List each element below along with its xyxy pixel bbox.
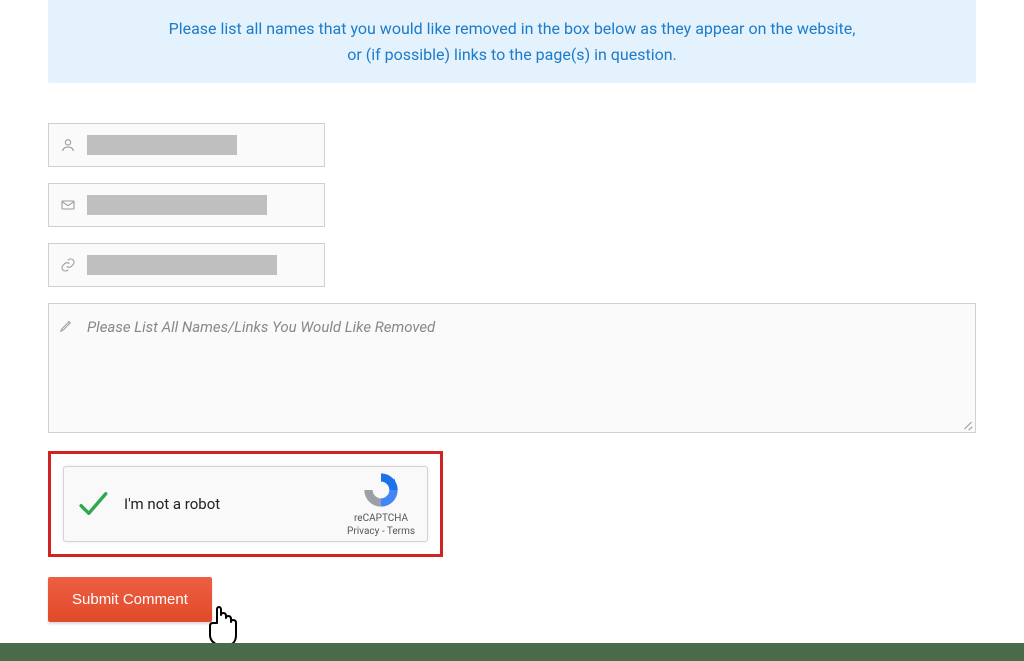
removal-textarea[interactable]: Please List All Names/Links You Would Li… (48, 303, 976, 433)
pencil-icon (59, 318, 77, 336)
textarea-placeholder: Please List All Names/Links You Would Li… (87, 318, 435, 418)
recaptcha-widget[interactable]: I'm not a robot reCAPTCHA Privacy - Term… (63, 466, 428, 542)
recaptcha-label: I'm not a robot (124, 495, 347, 513)
person-icon (59, 136, 77, 154)
mail-icon (59, 196, 77, 214)
name-field[interactable] (48, 123, 325, 167)
notice-banner: Please list all names that you would lik… (48, 0, 976, 83)
resize-handle-icon[interactable] (961, 418, 973, 430)
url-field[interactable] (48, 243, 325, 287)
url-value-redacted (87, 255, 277, 275)
recaptcha-logo-icon (361, 470, 401, 510)
recaptcha-brand-text: reCAPTCHA (347, 512, 415, 525)
recaptcha-branding: reCAPTCHA Privacy - Terms (347, 470, 415, 538)
link-icon (59, 256, 77, 274)
email-field[interactable] (48, 183, 325, 227)
submit-comment-button[interactable]: Submit Comment (48, 577, 212, 622)
notice-line-2: or (if possible) links to the page(s) in… (72, 42, 952, 68)
name-value-redacted (87, 135, 237, 155)
email-value-redacted (87, 195, 267, 215)
notice-line-1: Please list all names that you would lik… (72, 16, 952, 42)
footer-bar (0, 643, 1024, 661)
recaptcha-privacy-link[interactable]: Privacy (347, 526, 379, 537)
checkmark-icon (76, 487, 110, 521)
recaptcha-terms-link[interactable]: Terms (387, 526, 415, 537)
recaptcha-highlight-box: I'm not a robot reCAPTCHA Privacy - Term… (48, 451, 443, 557)
